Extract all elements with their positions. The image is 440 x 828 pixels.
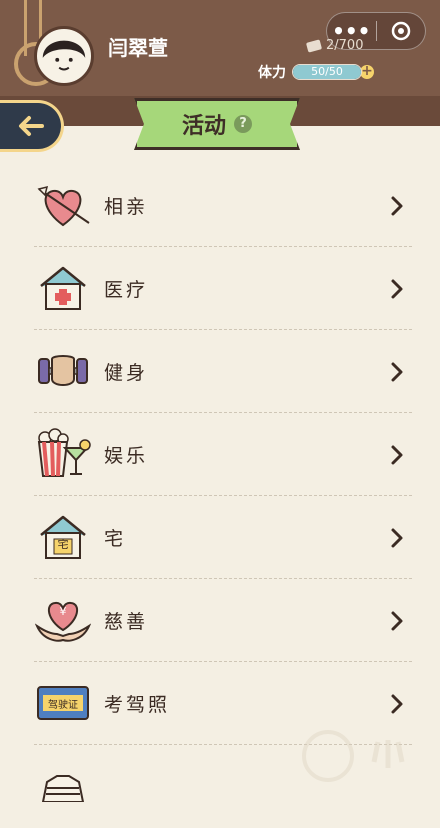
close-miniprogram-button[interactable] [376, 20, 425, 42]
popcorn-cocktail-icon [34, 425, 92, 483]
page-title: 活动 [181, 114, 226, 139]
chevron-right-icon [391, 528, 403, 548]
house-icon-text: 宅 [57, 538, 69, 551]
stamina-value: 50/50 [311, 65, 343, 78]
list-item-label: 健身 [104, 361, 149, 384]
list-item[interactable]: ¥ 慈善 [34, 579, 412, 662]
target-circle-icon [391, 21, 410, 41]
heart-arrow-icon [34, 176, 92, 234]
currency-display: 2/700 [306, 38, 363, 53]
list-item[interactable]: 相亲 [34, 164, 412, 247]
list-item-label: 宅 [104, 527, 127, 550]
stamina-label: 体力 [258, 65, 286, 81]
list-item[interactable]: 娱乐 [34, 413, 412, 496]
list-item[interactable]: 宅 宅 [34, 496, 412, 579]
back-button[interactable] [0, 100, 64, 152]
charity-icon-text: ¥ [59, 605, 67, 618]
chevron-right-icon [391, 279, 403, 299]
chevron-right-icon [391, 196, 403, 216]
stamina-bar: 50/50 [292, 64, 362, 80]
currency-value: 2/700 [326, 38, 364, 53]
stamina-display: 体力 50/50 + [258, 62, 376, 82]
list-item-label: 相亲 [104, 195, 149, 218]
driver-license-icon: 驾驶证 [34, 674, 92, 732]
charity-heart-icon: ¥ [34, 591, 92, 649]
avatar[interactable] [34, 26, 94, 86]
license-icon-text: 驾驶证 [48, 700, 78, 711]
help-icon[interactable]: ? [234, 115, 252, 133]
player-name: 闫翠萱 [108, 36, 168, 60]
list-item-label: 娱乐 [104, 444, 149, 467]
dumbbell-icon [34, 342, 92, 400]
chevron-right-icon [391, 445, 403, 465]
list-item[interactable]: 医疗 [34, 247, 412, 330]
back-arrow-icon [18, 116, 44, 136]
list-item[interactable]: 健身 [34, 330, 412, 413]
list-item-label: 慈善 [104, 610, 149, 633]
chevron-right-icon [391, 611, 403, 631]
list-item-label: 医疗 [104, 278, 149, 301]
ticket-icon [306, 39, 322, 52]
house-icon: 宅 [34, 508, 92, 566]
player-face-icon [42, 38, 86, 78]
hospital-icon [34, 259, 92, 317]
list-item-label: 考驾照 [104, 693, 171, 716]
chevron-right-icon [391, 694, 403, 714]
chevron-right-icon [391, 362, 403, 382]
page-title-banner: 活动 ? [134, 98, 300, 150]
striped-shirt-icon [34, 758, 92, 816]
watermark-logo [302, 730, 405, 782]
